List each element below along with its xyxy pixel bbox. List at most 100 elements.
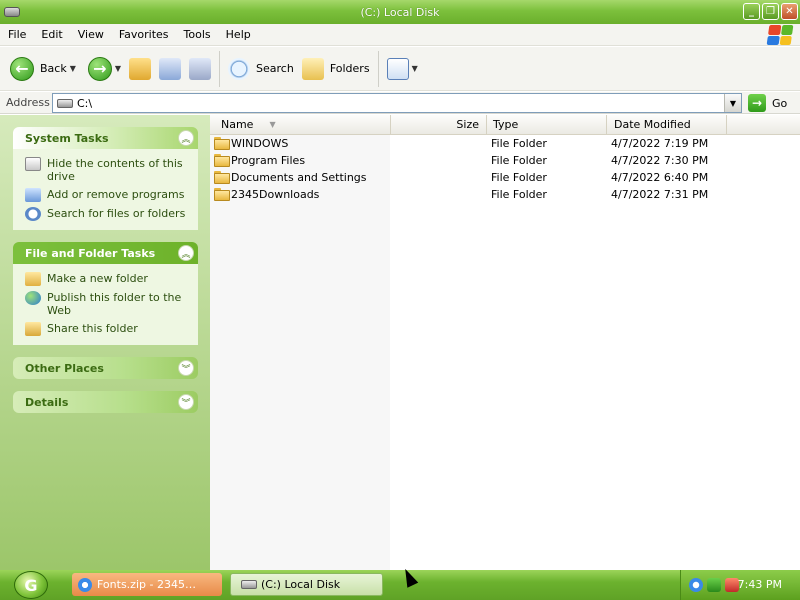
- drive-icon: [241, 580, 257, 589]
- menu-tools[interactable]: Tools: [176, 28, 218, 41]
- folder-icon: [214, 171, 230, 184]
- column-header-name[interactable]: Name ▼: [210, 115, 391, 134]
- taskbar-item-local-disk[interactable]: (C:) Local Disk: [230, 573, 383, 596]
- chevron-down-icon: ▼: [69, 64, 76, 73]
- details-panel: Details ︾: [13, 391, 198, 413]
- system-tasks-title: System Tasks: [25, 131, 109, 145]
- close-button[interactable]: ✕: [781, 3, 798, 20]
- chevron-down-icon: ▼: [729, 98, 737, 108]
- up-folder-icon: [129, 57, 152, 80]
- table-row[interactable]: WINDOWS File Folder 4/7/2022 7:19 PM: [210, 135, 800, 152]
- task-search-files[interactable]: Search for files or folders: [25, 207, 192, 221]
- task-label: Make a new folder: [47, 272, 148, 285]
- file-type: File Folder: [491, 137, 547, 150]
- table-row[interactable]: 2345Downloads File Folder 4/7/2022 7:31 …: [210, 186, 800, 203]
- toolbar: ← Back ▼ → ▼ Search Folders ▼: [0, 47, 800, 91]
- table-row[interactable]: Program Files File Folder 4/7/2022 7:30 …: [210, 152, 800, 169]
- search-icon: [25, 207, 41, 221]
- search-label: Search: [256, 62, 294, 75]
- task-share-folder[interactable]: Share this folder: [25, 322, 192, 336]
- column-size-label: Size: [456, 118, 479, 131]
- taskbar-item-fonts[interactable]: Fonts.zip - 2345…: [72, 573, 222, 596]
- restore-button[interactable]: ❐: [762, 3, 779, 20]
- network-icon[interactable]: [707, 578, 721, 592]
- taskbar: G Fonts.zip - 2345… (C:) Local Disk 7:43…: [0, 570, 800, 600]
- taskbar-item-label: Fonts.zip - 2345…: [97, 578, 196, 591]
- title-bar[interactable]: (C:) Local Disk _ ❐ ✕: [0, 0, 800, 24]
- other-places-header[interactable]: Other Places ︾: [13, 357, 198, 379]
- close-icon: ✕: [785, 6, 794, 17]
- go-arrow-icon: →: [748, 94, 766, 112]
- collapse-icon[interactable]: ︽: [178, 130, 194, 146]
- folders-button[interactable]: Folders: [298, 51, 374, 87]
- minimize-button[interactable]: _: [743, 3, 760, 20]
- address-dropdown-button[interactable]: ▼: [724, 94, 741, 112]
- folder-icon: [214, 188, 230, 201]
- go-label: Go: [772, 96, 788, 110]
- other-places-title: Other Places: [25, 361, 104, 375]
- search-icon: [228, 57, 251, 80]
- file-folder-tasks-header[interactable]: File and Folder Tasks ︽: [13, 242, 198, 264]
- menu-file[interactable]: File: [0, 28, 33, 41]
- column-header-date[interactable]: Date Modified: [607, 115, 727, 134]
- other-places-panel: Other Places ︾: [13, 357, 198, 379]
- table-row[interactable]: Documents and Settings File Folder 4/7/2…: [210, 169, 800, 186]
- column-header-size[interactable]: Size: [391, 115, 487, 134]
- list-header: Name ▼ Size Type Date Modified: [210, 115, 800, 135]
- add-remove-programs-icon: [25, 188, 41, 202]
- drive-icon: [57, 98, 73, 108]
- task-add-remove-programs[interactable]: Add or remove programs: [25, 188, 192, 202]
- file-folder-tasks-title: File and Folder Tasks: [25, 246, 156, 260]
- back-button[interactable]: ← Back ▼: [6, 51, 80, 87]
- system-tray: 7:43 PM: [680, 570, 800, 600]
- file-name: Program Files: [231, 154, 306, 167]
- views-icon: [386, 57, 409, 80]
- task-label: Publish this folder to the Web: [47, 291, 182, 317]
- menu-edit[interactable]: Edit: [33, 28, 69, 41]
- file-date: 4/7/2022 6:40 PM: [611, 171, 709, 184]
- folders-label: Folders: [329, 62, 370, 75]
- menu-favorites[interactable]: Favorites: [111, 28, 176, 41]
- task-label: Search for files or folders: [47, 207, 186, 220]
- file-date: 4/7/2022 7:30 PM: [611, 154, 709, 167]
- clock[interactable]: 7:43 PM: [738, 578, 782, 591]
- expand-icon[interactable]: ︾: [178, 360, 194, 376]
- minimize-icon: _: [749, 6, 754, 17]
- start-logo-icon: G: [24, 575, 38, 595]
- new-folder-icon: [25, 272, 41, 286]
- delete-icon: [189, 57, 212, 80]
- move-to-button[interactable]: [155, 51, 185, 87]
- address-bar: Address C:\ ▼ → Go: [0, 92, 800, 114]
- task-make-new-folder[interactable]: Make a new folder: [25, 272, 192, 286]
- internet-explorer-icon[interactable]: [689, 578, 703, 592]
- system-tasks-header[interactable]: System Tasks ︽: [13, 127, 198, 149]
- expand-icon[interactable]: ︾: [178, 394, 194, 410]
- sort-arrow-icon: ▼: [269, 120, 276, 129]
- file-list[interactable]: Name ▼ Size Type Date Modified WINDOWS F…: [210, 115, 800, 570]
- toolbar-separator: [219, 50, 221, 87]
- task-publish-folder[interactable]: Publish this folder to the Web: [25, 291, 192, 317]
- internet-explorer-icon: [78, 577, 92, 592]
- back-label: Back: [40, 62, 67, 75]
- menu-view[interactable]: View: [70, 28, 111, 41]
- back-arrow-icon: ←: [10, 56, 34, 81]
- delete-button[interactable]: [185, 51, 215, 87]
- column-header-type[interactable]: Type: [487, 115, 607, 134]
- start-button[interactable]: G: [14, 571, 48, 599]
- details-title: Details: [25, 395, 69, 409]
- go-button[interactable]: → Go: [748, 94, 787, 112]
- up-folder-button[interactable]: [125, 51, 155, 87]
- file-date: 4/7/2022 7:19 PM: [611, 137, 709, 150]
- address-input[interactable]: C:\ ▼: [52, 93, 742, 113]
- task-hide-contents[interactable]: Hide the contents of this drive: [25, 157, 192, 183]
- menu-bar: File Edit View Favorites Tools Help: [0, 24, 800, 46]
- chevron-down-icon: ▼: [411, 64, 418, 73]
- search-button[interactable]: Search: [224, 51, 298, 87]
- task-pane: System Tasks ︽ Hide the contents of this…: [0, 115, 210, 570]
- collapse-icon[interactable]: ︽: [178, 245, 194, 261]
- views-button[interactable]: ▼: [383, 51, 422, 87]
- forward-button[interactable]: → ▼: [84, 51, 125, 87]
- details-header[interactable]: Details ︾: [13, 391, 198, 413]
- menu-help[interactable]: Help: [218, 28, 258, 41]
- task-label: Hide the contents of this drive: [47, 157, 183, 183]
